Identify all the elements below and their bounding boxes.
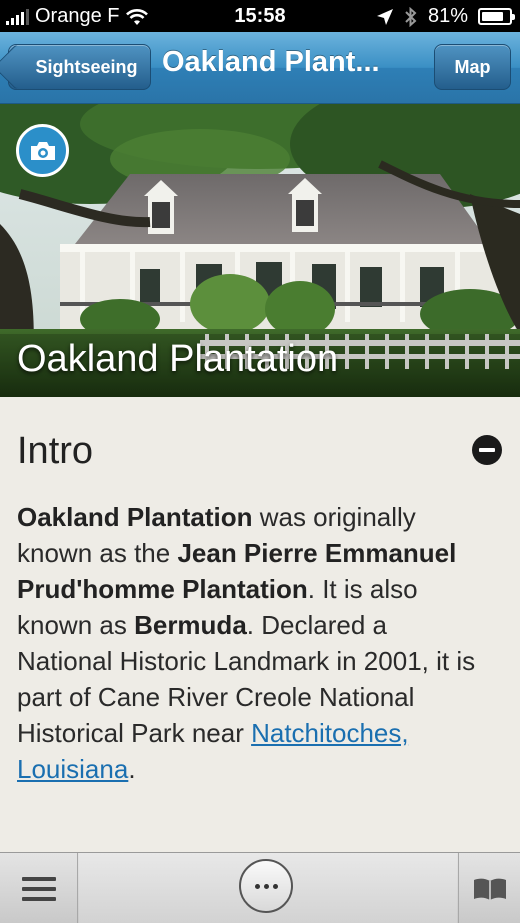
camera-icon (30, 141, 55, 160)
page-title: Oakland Plant... (162, 46, 380, 78)
intro-paragraph: Oakland Plantation was originally known … (17, 499, 487, 787)
intro-bold-3: Bermuda (134, 610, 247, 640)
book-icon (473, 878, 506, 900)
navigation-bar: Sightseeing Oakland Plant... Map (0, 32, 520, 104)
more-button[interactable] (239, 859, 293, 913)
more-icon (254, 883, 260, 889)
location-arrow-icon (376, 8, 393, 25)
book-button[interactable] (458, 853, 520, 923)
map-button[interactable]: Map (434, 44, 511, 90)
back-button-label: Sightseeing (35, 56, 138, 77)
toolbar-center (79, 853, 457, 923)
battery-icon (478, 8, 515, 25)
bottom-toolbar (0, 852, 520, 923)
bluetooth-icon (405, 6, 417, 27)
menu-button[interactable] (0, 853, 78, 923)
menu-icon (21, 876, 56, 901)
intro-bold-1: Oakland Plantation (17, 502, 253, 532)
hero-image: Oakland Plantation (0, 104, 520, 397)
intro-text-4: . (128, 754, 136, 784)
hero-title: Oakland Plantation (17, 338, 339, 380)
camera-button[interactable] (16, 124, 69, 177)
back-button[interactable]: Sightseeing (8, 44, 151, 90)
battery-percent: 81% (427, 5, 468, 27)
status-bar: Orange F 15:58 81% (0, 0, 520, 32)
status-right: 81% (376, 5, 515, 28)
section-heading-intro: Intro (17, 430, 94, 472)
minus-circle-icon[interactable] (472, 435, 502, 465)
article-content: Intro Oakland Plantation was originally … (0, 397, 520, 852)
